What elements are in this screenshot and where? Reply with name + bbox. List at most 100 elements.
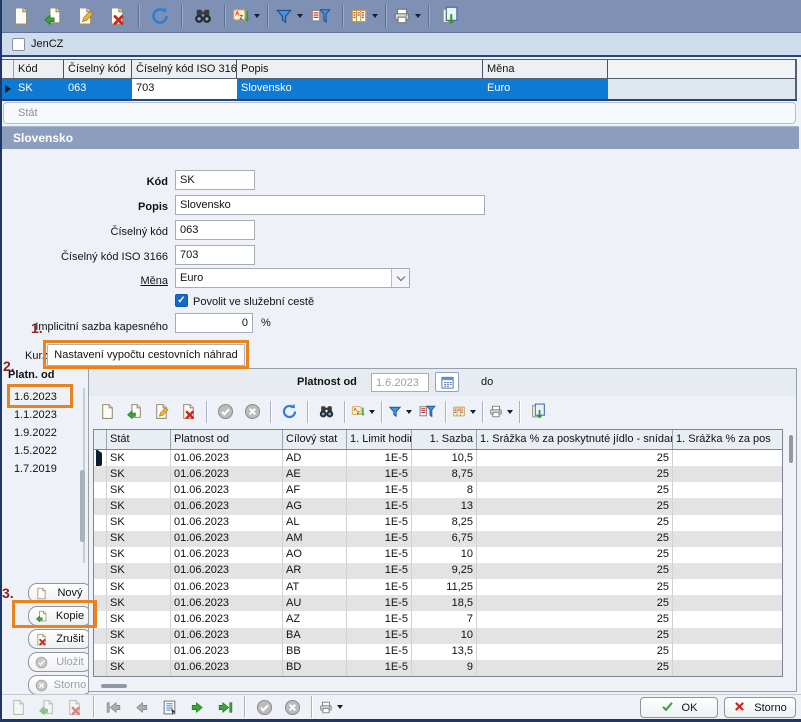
column-header-popis[interactable]: Popis [237,60,483,78]
rates-horizontal-scrollbar[interactable] [93,681,783,689]
export-icon[interactable] [436,3,464,29]
rates-table-row[interactable]: SK01.06.2023BD1E-5925 [94,660,782,676]
rates-column-header[interactable]: 1. Srážka % za poskytnuté jídlo - snídan… [477,430,673,449]
dropdown-caret-icon[interactable] [507,410,513,414]
browse-icon[interactable] [157,696,181,718]
cell[interactable]: 01.06.2023 [171,450,283,466]
validity-item-selected[interactable]: 1.6.2023 [14,390,72,406]
apply-icon[interactable] [213,401,237,423]
dropdown-caret-icon[interactable] [337,705,343,709]
cell[interactable]: 7 [412,611,477,627]
new-document-icon[interactable] [6,696,30,718]
cell[interactable]: 9,25 [412,563,477,579]
cell[interactable]: AR [283,563,347,579]
column-header-mena[interactable]: Měna [483,60,608,78]
cell-iso-focused[interactable]: 703 [132,79,237,99]
ciselny-kod-iso-field[interactable]: 703 [175,245,255,265]
cell[interactable]: 9 [412,660,477,676]
storno-button[interactable]: Storno [724,697,796,718]
cell-ciselny-kod[interactable]: 063 [64,79,132,99]
cell[interactable]: 25 [477,515,673,531]
delete-icon[interactable] [176,401,200,423]
calendar-button[interactable] [435,372,459,392]
cell-kod[interactable]: SK [14,79,64,99]
filter-edit-icon[interactable] [415,401,439,423]
validity-item[interactable]: 1.1.2023 [14,408,72,424]
columns-icon[interactable] [350,3,378,29]
kopie-button[interactable]: Kopie [28,606,92,626]
apply-icon[interactable] [252,696,276,718]
column-header-ciselny-kod[interactable]: Číselný kód [64,60,132,78]
delete-icon[interactable] [103,3,131,29]
rates-table-row[interactable]: SK01.06.2023AF1E-5825 [94,482,782,498]
cell[interactable]: SK [107,531,171,547]
cell[interactable]: 1E-5 [347,563,412,579]
cell[interactable]: SK [107,644,171,660]
copy-icon[interactable] [122,401,146,423]
cell[interactable]: 8,25 [412,515,477,531]
mena-label[interactable]: Měna [8,272,168,287]
sort-az-icon[interactable]: AZ [232,3,260,29]
cell[interactable]: 25 [477,660,673,676]
cell[interactable]: 1E-5 [347,628,412,644]
dropdown-caret-icon[interactable] [297,14,303,18]
cell[interactable]: 25 [477,563,673,579]
print-icon[interactable] [393,3,421,29]
column-header-iso[interactable]: Číselný kód ISO 3166 [132,60,237,78]
cell[interactable]: 25 [477,611,673,627]
rates-table-row[interactable]: SK01.06.2023AD1E-510,525 [94,450,782,466]
refresh-icon[interactable] [277,401,301,423]
dropdown-caret-icon[interactable] [254,14,260,18]
cell[interactable]: SK [107,579,171,595]
cell[interactable]: AT [283,579,347,595]
cell[interactable]: 01.06.2023 [171,628,283,644]
cell[interactable] [673,515,780,531]
cell[interactable]: 1E-5 [347,466,412,482]
cell[interactable]: 01.06.2023 [171,515,283,531]
validity-item[interactable]: 1.7.2019 [14,462,72,478]
cell[interactable]: 10,5 [412,450,477,466]
nav-next-icon[interactable] [185,696,209,718]
cell[interactable]: 1E-5 [347,515,412,531]
cell[interactable] [673,547,780,563]
filter-icon[interactable] [275,3,303,29]
cell[interactable] [673,611,780,627]
country-row-selected[interactable]: SK 063 703 Slovensko Euro [2,79,797,99]
cell[interactable]: AE [283,466,347,482]
cell[interactable] [673,450,780,466]
cell[interactable]: SK [107,628,171,644]
cancel-icon[interactable] [240,401,264,423]
rates-vertical-scrollbar[interactable] [786,431,795,675]
nov--button[interactable]: Nový [28,583,92,603]
nav-last-icon[interactable] [213,696,237,718]
cell[interactable]: 1E-5 [347,531,412,547]
cell[interactable]: 1E-5 [347,482,412,498]
new-document-icon[interactable] [7,3,35,29]
cell[interactable]: BB [283,644,347,660]
cell[interactable]: 13 [412,498,477,514]
cell[interactable]: AL [283,515,347,531]
cell[interactable]: AG [283,498,347,514]
cell[interactable]: SK [107,595,171,611]
cell[interactable]: 01.06.2023 [171,579,283,595]
platnost-od-field[interactable]: 1.6.2023 [371,373,429,392]
cell[interactable]: 18,5 [412,595,477,611]
cell[interactable]: AO [283,547,347,563]
cell[interactable]: SK [107,515,171,531]
mena-combobox[interactable]: Euro [175,268,410,288]
povolit-checkbox[interactable]: ✓ [175,294,188,307]
cell[interactable]: 01.06.2023 [171,482,283,498]
validity-scrollbar-thumb[interactable] [80,470,85,542]
cell[interactable] [673,482,780,498]
validity-list-header[interactable]: Platn. od [8,369,54,381]
cell[interactable]: AZ [283,611,347,627]
cell[interactable]: 01.06.2023 [171,547,283,563]
cancel-icon[interactable] [280,696,304,718]
cell[interactable]: 01.06.2023 [171,644,283,660]
cell[interactable]: 01.06.2023 [171,498,283,514]
tab-nastaveni-nahrad[interactable]: Nastavení vypočtu cestovních náhrad [47,344,245,366]
cell[interactable]: 1E-5 [347,611,412,627]
rates-table-row[interactable]: SK01.06.2023AE1E-58,7525 [94,466,782,482]
rates-table-row[interactable]: SK01.06.2023AZ1E-5725 [94,611,782,627]
rates-table-row[interactable]: SK01.06.2023AU1E-518,525 [94,595,782,611]
